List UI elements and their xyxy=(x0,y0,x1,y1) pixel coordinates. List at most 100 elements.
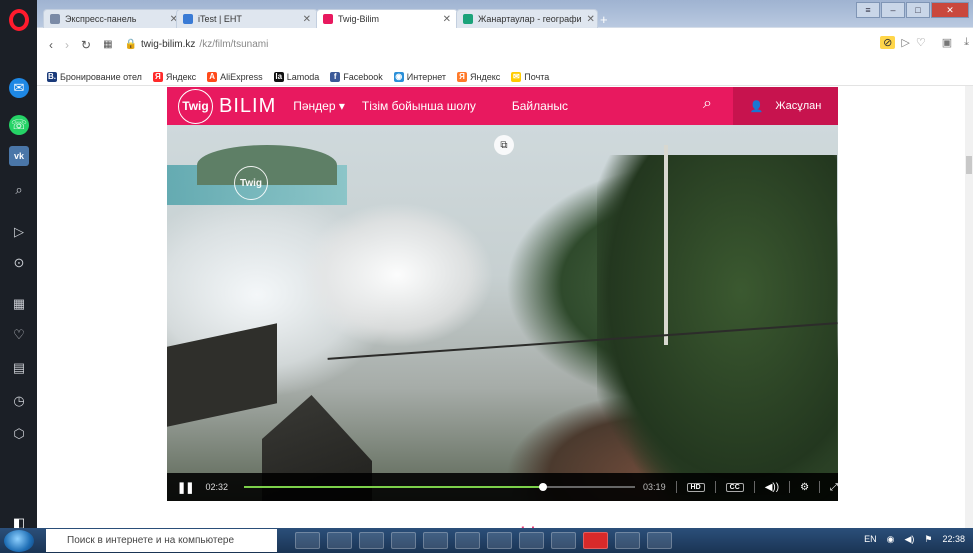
app-icon[interactable] xyxy=(647,532,672,549)
scrollbar[interactable] xyxy=(965,86,973,541)
new-tab-button[interactable]: + xyxy=(600,12,608,27)
yandex-icon: Я xyxy=(457,72,468,82)
video-frame-roof xyxy=(167,323,277,427)
app-icon[interactable] xyxy=(327,532,352,549)
camera-icon[interactable]: ⊙ xyxy=(9,253,29,273)
divider xyxy=(789,481,791,493)
app-icon[interactable] xyxy=(455,532,480,549)
bookmark-item[interactable]: f Facebook xyxy=(330,72,383,82)
bookmark-label: AliExpress xyxy=(220,72,263,82)
news-icon[interactable]: ▤ xyxy=(9,358,29,378)
start-button[interactable] xyxy=(4,529,34,552)
app-icon[interactable] xyxy=(295,532,320,549)
speed-dial-icon[interactable]: ▦ xyxy=(9,294,29,314)
tab-itest[interactable]: iTest | ЕНТ ✕ xyxy=(176,9,318,28)
search-icon[interactable]: ⌕ xyxy=(9,180,29,200)
vk-icon[interactable]: vk xyxy=(9,146,29,166)
reload-icon[interactable]: ↻ xyxy=(81,38,91,52)
whatsapp-icon[interactable]: ☏ xyxy=(9,115,29,135)
minimize-button[interactable]: – xyxy=(881,2,905,18)
close-tab-icon[interactable]: ✕ xyxy=(303,14,311,25)
volume-icon[interactable]: ◀)) xyxy=(765,482,779,493)
url-path: /kz/film/tsunami xyxy=(199,39,269,50)
fullscreen-icon[interactable]: ⤢ xyxy=(830,482,838,493)
aliexpress-icon: A xyxy=(207,72,218,82)
bookmark-label: Lamoda xyxy=(286,72,320,82)
network-icon[interactable]: ◉ xyxy=(887,534,895,545)
bookmark-item[interactable]: ◉ Интернет xyxy=(393,72,447,82)
history-icon[interactable]: ◷ xyxy=(9,391,29,411)
download-icon[interactable]: ⤓ xyxy=(964,36,969,49)
extensions-icon[interactable]: ⬡ xyxy=(9,424,29,444)
bookmark-label: Яндекс xyxy=(470,72,501,82)
language-indicator[interactable]: EN xyxy=(864,534,877,545)
opera-logo[interactable] xyxy=(9,9,29,31)
app-icon[interactable] xyxy=(359,532,384,549)
divider xyxy=(819,481,820,493)
video-player[interactable]: Twig ⧉ ❚❚ 02:32 03:19 HD CC ◀)) ⚙ ⤢ xyxy=(167,125,838,501)
tab-label: Жанартаулар - географи xyxy=(478,14,582,24)
flag-icon[interactable]: ⚑ xyxy=(924,534,932,545)
url-field[interactable]: 🔒 twig-bilim.kz/kz/film/tsunami xyxy=(125,39,269,50)
bookmark-item[interactable]: Я Яндекс xyxy=(457,72,500,82)
bookmark-item[interactable]: la Lamoda xyxy=(273,72,320,82)
progress-knob[interactable] xyxy=(538,483,547,491)
booking-icon: B. xyxy=(47,72,57,82)
tab-twig-bilim[interactable]: Twig-Bilim ✕ xyxy=(316,9,458,28)
close-window-button[interactable]: ✕ xyxy=(931,2,969,18)
tab-label: Twig-Bilim xyxy=(338,14,380,24)
taskbar-apps xyxy=(295,532,672,549)
close-tab-icon[interactable]: ✕ xyxy=(587,14,595,25)
user-menu[interactable]: 👤 Жасұлан xyxy=(733,87,838,125)
cc-button[interactable]: CC xyxy=(725,482,744,492)
bookmark-label: Интернет xyxy=(406,72,447,82)
adblock-icon[interactable]: ⊘ xyxy=(880,36,896,49)
app-icon[interactable] xyxy=(423,532,448,549)
scroll-thumb[interactable] xyxy=(966,156,972,174)
bookmark-item[interactable]: B. Бронирование отел xyxy=(47,72,142,82)
picture-in-picture-icon[interactable]: ⧉ xyxy=(494,135,514,155)
bookmark-label: Почта xyxy=(524,72,550,82)
messenger-icon[interactable]: ✉ xyxy=(9,78,29,98)
pause-icon[interactable]: ❚❚ xyxy=(177,481,194,494)
site-logo[interactable]: Twig BILIM xyxy=(178,88,276,124)
nav-subjects[interactable]: Пәндер ▾ xyxy=(293,99,345,113)
geography-favicon-icon xyxy=(463,14,473,24)
snapshot-icon[interactable]: ▣ xyxy=(942,36,952,49)
bookmark-heart-icon[interactable]: ♡ xyxy=(916,36,926,49)
app-icon[interactable] xyxy=(519,532,544,549)
app-icon[interactable] xyxy=(615,532,640,549)
bookmark-item[interactable]: Я Яндекс xyxy=(152,72,196,82)
search-icon[interactable]: ⌕ xyxy=(703,95,712,113)
app-icon[interactable] xyxy=(487,532,512,549)
nav-contact[interactable]: Байланыс xyxy=(512,99,568,113)
speed-dial-icon[interactable]: ▦ xyxy=(103,39,112,50)
lamoda-icon: la xyxy=(273,72,284,82)
heart-icon[interactable]: ♡ xyxy=(9,325,29,345)
nav-list-view[interactable]: Тізім бойынша шолу xyxy=(362,99,476,113)
bookmark-label: Facebook xyxy=(343,72,383,82)
app-icon[interactable] xyxy=(551,532,576,549)
app-icon[interactable] xyxy=(391,532,416,549)
maximize-button[interactable]: □ xyxy=(906,2,930,18)
menu-icon[interactable]: ≡ xyxy=(856,2,880,18)
bookmark-item[interactable]: A AliExpress xyxy=(207,72,263,82)
hd-button[interactable]: HD xyxy=(686,482,705,492)
back-icon[interactable]: ‹ xyxy=(49,38,53,52)
system-tray: EN ◉ ◀) ⚑ 22:38 xyxy=(864,534,965,545)
itest-favicon-icon xyxy=(183,14,193,24)
url-host: twig-bilim.kz xyxy=(140,39,196,50)
close-tab-icon[interactable]: ✕ xyxy=(443,14,451,25)
send-icon[interactable]: ▷ xyxy=(9,222,29,242)
tab-express-panel[interactable]: Экспресс-панель ✕ xyxy=(43,9,185,28)
progress-bar[interactable] xyxy=(243,483,636,491)
send-to-flow-icon[interactable]: ▷ xyxy=(901,36,909,49)
settings-icon[interactable]: ⚙ xyxy=(800,482,809,493)
opera-app-icon[interactable] xyxy=(583,532,608,549)
clock[interactable]: 22:38 xyxy=(942,534,965,545)
volume-icon[interactable]: ◀) xyxy=(904,534,914,545)
bookmark-item[interactable]: ✉ Почта xyxy=(511,72,549,82)
taskbar-search-input[interactable]: Поиск в интернете и на компьютере xyxy=(46,529,277,552)
forward-icon[interactable]: › xyxy=(65,38,69,52)
tab-volcanoes[interactable]: Жанартаулар - географи ✕ xyxy=(456,9,598,28)
